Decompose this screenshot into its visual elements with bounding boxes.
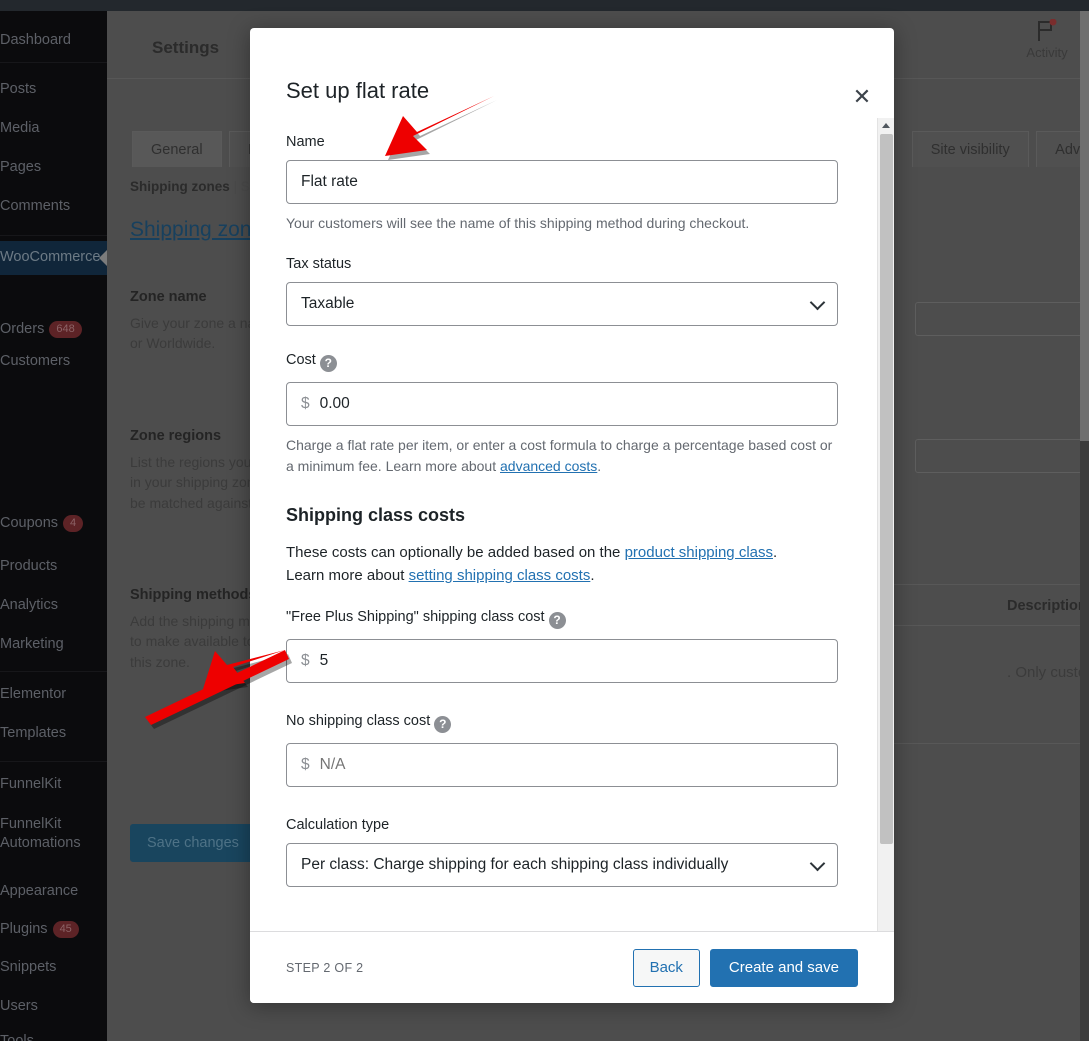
free-plus-shipping-input-wrap[interactable]: $ — [286, 639, 838, 683]
free-plus-shipping-label-text: "Free Plus Shipping" shipping class cost — [286, 609, 545, 625]
setting-shipping-class-costs-link[interactable]: setting shipping class costs — [409, 567, 591, 584]
calculation-type-select[interactable]: Per class: Charge shipping for each ship… — [286, 843, 838, 887]
para-3: . — [590, 566, 595, 584]
shipping-class-heading: Shipping class costs — [286, 505, 466, 525]
currency-symbol: $ — [301, 652, 310, 669]
screen-root: Dashboard Posts Media Pages Comments Woo… — [0, 0, 1089, 1041]
calculation-type-label: Calculation type — [286, 817, 390, 833]
product-shipping-class-link[interactable]: product shipping class — [625, 544, 773, 561]
name-hint: Your customers will see the name of this… — [286, 215, 750, 231]
tax-status-label: Tax status — [286, 256, 352, 272]
field-free-plus-shipping: "Free Plus Shipping" shipping class cost… — [286, 609, 858, 683]
flat-rate-modal: ✕ Set up flat rate Name Your customers w… — [250, 28, 894, 1003]
modal-footer: STEP 2 OF 2 Back Create and save — [250, 931, 894, 1003]
shipping-class-paragraph: These costs can optionally be added base… — [286, 542, 811, 587]
name-input[interactable] — [286, 160, 838, 204]
scrollbar-thumb[interactable] — [880, 134, 893, 844]
cost-hint-post: . — [597, 458, 602, 474]
free-plus-shipping-label: "Free Plus Shipping" shipping class cost… — [286, 609, 858, 629]
name-label: Name — [286, 134, 325, 150]
page-scrollbar-thumb[interactable] — [1080, 11, 1089, 441]
tax-status-select[interactable]: Taxable — [286, 282, 838, 326]
no-shipping-class-input[interactable] — [319, 756, 823, 774]
help-icon[interactable]: ? — [434, 716, 452, 733]
advanced-costs-link[interactable]: advanced costs — [500, 458, 597, 474]
cost-hint: Charge a flat rate per item, or enter a … — [286, 435, 842, 477]
step-indicator: STEP 2 OF 2 — [286, 960, 364, 975]
help-icon[interactable]: ? — [319, 355, 337, 372]
modal-scrollbar[interactable] — [877, 118, 894, 958]
no-shipping-class-label: No shipping class cost? — [286, 713, 858, 733]
chevron-down-icon — [809, 855, 826, 872]
no-shipping-class-label-text: No shipping class cost — [286, 713, 431, 729]
field-cost: Cost? $ Charge a flat rate per item, or … — [286, 352, 858, 477]
currency-symbol: $ — [301, 395, 310, 412]
scroll-up-icon[interactable] — [882, 123, 890, 128]
cost-label: Cost? — [286, 352, 858, 372]
page-scrollbar[interactable] — [1080, 11, 1089, 1041]
para-1: These costs can optionally be added base… — [286, 544, 625, 561]
field-calculation-type: Calculation type Per class: Charge shipp… — [286, 817, 858, 887]
modal-title: Set up flat rate — [286, 78, 430, 103]
chevron-down-icon — [809, 294, 826, 311]
calculation-type-value: Per class: Charge shipping for each ship… — [301, 856, 729, 873]
field-no-shipping-class: No shipping class cost? $ — [286, 713, 858, 787]
help-icon[interactable]: ? — [548, 612, 566, 629]
create-and-save-button[interactable]: Create and save — [709, 948, 858, 987]
cost-input-wrap[interactable]: $ — [286, 382, 838, 426]
cost-input[interactable] — [319, 395, 823, 413]
back-button[interactable]: Back — [632, 948, 700, 987]
field-name: Name Your customers will see the name of… — [286, 134, 858, 234]
free-plus-shipping-input[interactable] — [319, 652, 823, 670]
cost-label-text: Cost — [286, 352, 316, 368]
tax-status-value: Taxable — [301, 295, 355, 312]
footer-buttons: Back Create and save — [632, 948, 858, 987]
no-shipping-class-input-wrap[interactable]: $ — [286, 743, 838, 787]
modal-body: Set up flat rate Name Your customers wil… — [250, 28, 894, 931]
field-tax-status: Tax status Taxable — [286, 256, 858, 326]
currency-symbol: $ — [301, 756, 310, 773]
